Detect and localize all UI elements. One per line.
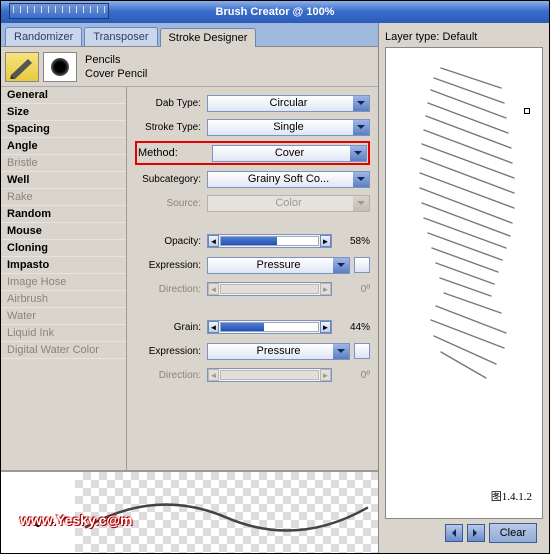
tab-randomizer[interactable]: Randomizer	[5, 27, 82, 46]
cat-well[interactable]: Well	[1, 172, 126, 189]
layer-type-label: Layer type: Default	[385, 31, 543, 43]
slider-left-icon[interactable]: ◄	[208, 235, 219, 247]
cat-water[interactable]: Water	[1, 308, 126, 325]
direction2-label: Direction:	[135, 370, 207, 381]
slider-left-icon: ◄	[208, 369, 219, 381]
category-list: General Size Spacing Angle Bristle Well …	[1, 87, 127, 470]
window-title: Brush Creator @ 100%	[216, 6, 335, 18]
next-button[interactable]	[467, 524, 485, 542]
direction2-slider: ◄►	[207, 368, 332, 382]
opacity-label: Opacity:	[135, 236, 207, 247]
brush-category-label: Pencils	[85, 53, 147, 67]
method-row-highlight: Method: Cover	[135, 141, 370, 165]
dropdown-arrow-icon	[353, 172, 369, 187]
canvas-bottom-bar: Clear	[385, 519, 543, 547]
slider-right-icon[interactable]: ►	[320, 235, 331, 247]
cat-angle[interactable]: Angle	[1, 138, 126, 155]
cat-random[interactable]: Random	[1, 206, 126, 223]
cat-imagehose[interactable]: Image Hose	[1, 274, 126, 291]
tab-bar: Randomizer Transposer Stroke Designer	[1, 23, 378, 47]
expression2-checkbox[interactable]	[354, 343, 370, 359]
slider-left-icon[interactable]: ◄	[208, 321, 219, 333]
direction1-label: Direction:	[135, 284, 207, 295]
brush-variant-swatch[interactable]	[43, 52, 77, 82]
slider-left-icon: ◄	[208, 283, 219, 295]
pencil-icon	[8, 55, 36, 79]
subcategory-select[interactable]: Grainy Soft Co...	[207, 171, 370, 188]
tab-transposer[interactable]: Transposer	[84, 27, 157, 46]
source-label: Source:	[135, 198, 207, 209]
direction2-value: 0º	[332, 370, 370, 381]
clear-button[interactable]: Clear	[489, 523, 537, 543]
source-select: Color	[207, 195, 370, 212]
cat-size[interactable]: Size	[1, 104, 126, 121]
grain-value: 44%	[332, 322, 370, 333]
brush-variant-label: Cover Pencil	[85, 67, 147, 81]
direction1-slider: ◄►	[207, 282, 332, 296]
cat-general[interactable]: General	[1, 87, 126, 104]
grain-label: Grain:	[135, 322, 207, 333]
slider-right-icon: ►	[320, 369, 331, 381]
dropdown-arrow-icon	[353, 196, 369, 211]
grain-slider[interactable]: ◄►	[207, 320, 332, 334]
dab-type-label: Dab Type:	[135, 98, 207, 109]
cat-airbrush[interactable]: Airbrush	[1, 291, 126, 308]
opacity-slider[interactable]: ◄►	[207, 234, 332, 248]
dropdown-arrow-icon	[350, 146, 366, 161]
expression1-checkbox[interactable]	[354, 257, 370, 273]
subcategory-label: Subcategory:	[135, 174, 207, 185]
brush-category-swatch[interactable]	[5, 52, 39, 82]
cat-mouse[interactable]: Mouse	[1, 223, 126, 240]
titlebar-grip[interactable]	[9, 3, 109, 19]
watermark: www.Yesky.c@m	[20, 512, 133, 528]
cat-bristle[interactable]: Bristle	[1, 155, 126, 172]
dropdown-arrow-icon	[353, 120, 369, 135]
dab-type-select[interactable]: Circular	[207, 95, 370, 112]
expression1-label: Expression:	[135, 260, 207, 271]
expression1-select[interactable]: Pressure	[207, 257, 350, 274]
stroke-type-label: Stroke Type:	[135, 122, 207, 133]
figure-label: 图1.4.1.2	[491, 488, 532, 504]
right-pane: Layer type: Default 图1.4.1.2 Clear	[379, 23, 549, 553]
brush-selector-row: Pencils Cover Pencil	[1, 47, 378, 87]
expression2-select[interactable]: Pressure	[207, 343, 350, 360]
title-bar[interactable]: Brush Creator @ 100%	[1, 1, 549, 23]
cat-cloning[interactable]: Cloning	[1, 240, 126, 257]
cat-rake[interactable]: Rake	[1, 189, 126, 206]
brush-creator-window: Brush Creator @ 100% Randomizer Transpos…	[0, 0, 550, 554]
stroke-type-select[interactable]: Single	[207, 119, 370, 136]
opacity-value: 58%	[332, 236, 370, 247]
method-select[interactable]: Cover	[212, 145, 367, 162]
prev-button[interactable]	[445, 524, 463, 542]
cat-digital-water[interactable]: Digital Water Color	[1, 342, 126, 359]
cat-spacing[interactable]: Spacing	[1, 121, 126, 138]
canvas-handle[interactable]	[524, 108, 530, 114]
dropdown-arrow-icon	[353, 96, 369, 111]
canvas-preview[interactable]: 图1.4.1.2	[385, 47, 543, 519]
dropdown-arrow-icon	[333, 344, 349, 359]
cat-liquid-ink[interactable]: Liquid Ink	[1, 325, 126, 342]
left-pane: Randomizer Transposer Stroke Designer Pe…	[1, 23, 379, 553]
slider-right-icon[interactable]: ►	[320, 321, 331, 333]
slider-right-icon: ►	[320, 283, 331, 295]
method-label: Method:	[138, 147, 212, 159]
direction1-value: 0º	[332, 284, 370, 295]
cat-impasto[interactable]: Impasto	[1, 257, 126, 274]
expression2-label: Expression:	[135, 346, 207, 357]
dropdown-arrow-icon	[333, 258, 349, 273]
scribble-icon	[386, 48, 546, 398]
tab-stroke-designer[interactable]: Stroke Designer	[160, 28, 257, 47]
settings-panel: Dab Type: Circular Stroke Type: Single M…	[127, 87, 378, 470]
